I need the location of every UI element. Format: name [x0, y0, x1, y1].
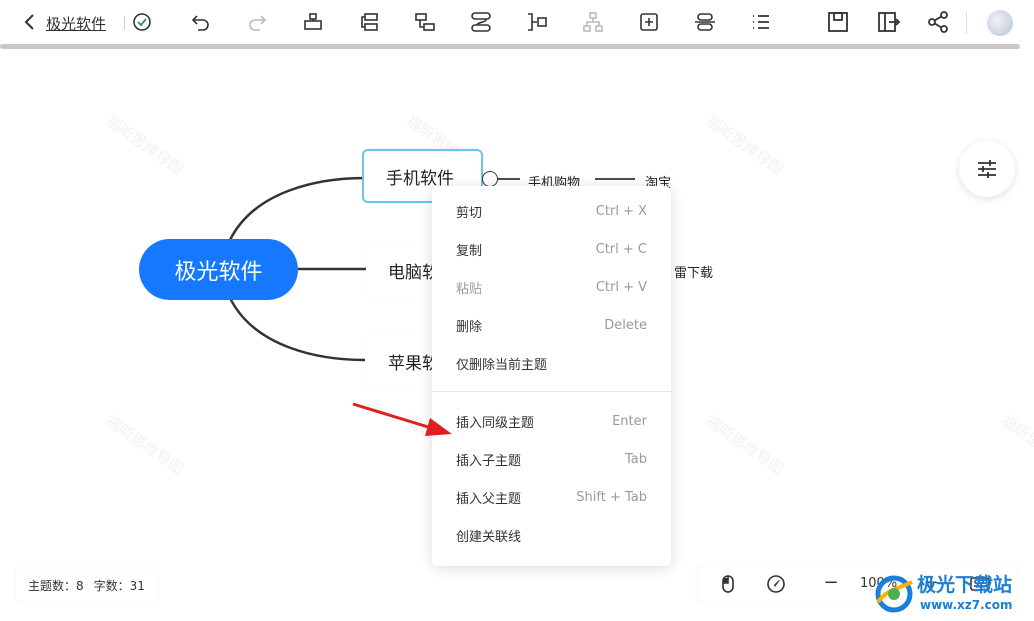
menu-item-cut[interactable]: 剪切 Ctrl + X: [432, 194, 671, 228]
locate-center-icon[interactable]: [766, 574, 786, 594]
menu-item-label: 插入父主题: [456, 491, 522, 507]
menu-item-create-relationship[interactable]: 创建关联线: [432, 518, 671, 552]
keyboard-icon[interactable]: [970, 574, 990, 594]
menu-item-insert-child[interactable]: 插入子主题 Tab: [432, 442, 671, 476]
menu-item-label: 删除: [456, 319, 483, 335]
status-bar: 主题数：8 字数：31: [16, 569, 157, 601]
menu-item-label: 插入子主题: [456, 453, 522, 469]
menu-item-delete[interactable]: 删除 Delete: [432, 308, 671, 342]
menu-item-shortcut: Shift + Tab: [576, 489, 647, 505]
zoom-out-button[interactable]: −: [821, 572, 841, 593]
zoom-toolbar: − 100% +: [697, 567, 1017, 601]
annotation-arrow: [352, 402, 452, 436]
menu-item-label: 复制: [456, 243, 483, 259]
menu-item-label: 剪切: [456, 205, 483, 221]
menu-divider: [432, 391, 671, 392]
context-menu: 剪切 Ctrl + X 复制 Ctrl + C 粘贴 Ctrl + V 删除 D…: [432, 186, 671, 566]
menu-item-insert-parent[interactable]: 插入父主题 Shift + Tab: [432, 480, 671, 514]
menu-item-shortcut: Ctrl + X: [595, 203, 647, 219]
menu-item-shortcut: Delete: [604, 317, 647, 333]
menu-item-label: 创建关联线: [456, 529, 522, 545]
collapse-toggle[interactable]: [482, 171, 498, 187]
menu-item-copy[interactable]: 复制 Ctrl + C: [432, 232, 671, 266]
zoom-level: 100%: [860, 576, 898, 591]
root-topic[interactable]: 极光软件: [139, 239, 298, 300]
menu-item-shortcut: Tab: [624, 451, 647, 467]
menu-item-shortcut: Ctrl + V: [595, 279, 647, 295]
menu-item-label: 仅删除当前主题: [456, 357, 548, 373]
menu-item-label: 粘贴: [456, 281, 483, 297]
menu-item-label: 插入同级主题: [456, 415, 535, 431]
topic-count: 主题数：8: [28, 578, 84, 593]
leaf-topic[interactable]: 雷下载: [674, 262, 713, 281]
menu-item-shortcut: Ctrl + C: [595, 241, 647, 257]
menu-item-insert-sibling[interactable]: 插入同级主题 Enter: [432, 404, 671, 438]
mouse-mode-icon[interactable]: [718, 574, 738, 594]
menu-item-paste[interactable]: 粘贴 Ctrl + V: [432, 270, 671, 304]
menu-item-delete-current-only[interactable]: 仅删除当前主题: [432, 346, 671, 380]
menu-item-shortcut: Enter: [612, 413, 647, 429]
word-count: 字数：31: [93, 578, 145, 593]
zoom-in-button[interactable]: +: [921, 572, 941, 593]
